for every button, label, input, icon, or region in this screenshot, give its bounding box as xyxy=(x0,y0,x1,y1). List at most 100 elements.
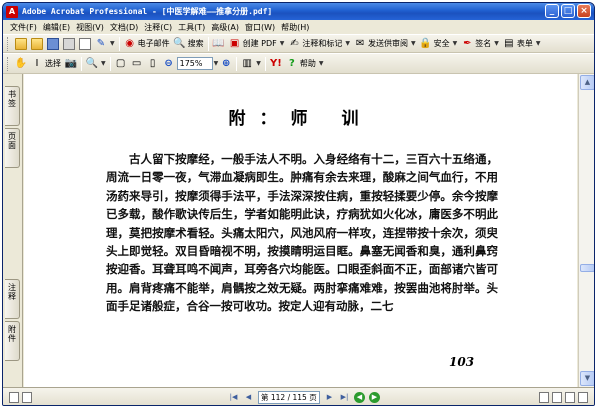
attachments-tab[interactable]: 附件 xyxy=(5,321,20,361)
scroll-thumb[interactable] xyxy=(580,264,594,272)
page-layout-button[interactable]: ▥ ▼ xyxy=(239,56,263,72)
chevron-down-icon: ▼ xyxy=(318,60,324,67)
zoom-in-button[interactable]: ⊕ xyxy=(218,56,234,72)
menu-window[interactable]: 窗口(W) xyxy=(242,22,278,33)
print-button[interactable] xyxy=(61,36,77,52)
form-icon: ▤ xyxy=(504,37,514,49)
continuous-icon[interactable] xyxy=(552,391,562,403)
review-icon: ✉ xyxy=(355,37,365,49)
search-button[interactable]: 🔍 搜索 xyxy=(172,36,206,52)
menu-advanced[interactable]: 高级(A) xyxy=(208,22,242,33)
fit-page-icon: ▭ xyxy=(131,57,142,69)
open-button[interactable] xyxy=(29,36,45,52)
maximize-button[interactable]: □ xyxy=(561,4,575,18)
next-page-button[interactable]: ▶ xyxy=(324,392,335,403)
comment-markup-button[interactable]: ✍ 注释和标记 ▼ xyxy=(286,36,352,52)
select-tool-button[interactable]: I 选择 xyxy=(29,56,63,72)
actual-size-icon: ▢ xyxy=(115,57,126,69)
comments-tab[interactable]: 注释 xyxy=(5,279,20,319)
toolbar-separator xyxy=(207,36,209,51)
send-review-button[interactable]: ✉ 发送供审阅 ▼ xyxy=(352,36,418,52)
printed-page-number: 103 xyxy=(449,355,475,369)
menu-edit[interactable]: 编辑(E) xyxy=(40,22,73,33)
first-page-button[interactable]: |◀ xyxy=(228,392,239,403)
fit-width-icon: ▯ xyxy=(149,57,156,69)
menu-help[interactable]: 帮助(H) xyxy=(278,22,312,33)
previous-page-button[interactable]: ◀ xyxy=(243,392,254,403)
camera-icon: 📷 xyxy=(64,57,78,69)
minimize-button[interactable]: _ xyxy=(545,4,559,18)
adobe-acrobat-icon: A xyxy=(6,5,18,18)
comment-label: 注释和标记 xyxy=(302,39,343,48)
page-layout-icon: ▥ xyxy=(242,57,252,69)
zoom-tool-button[interactable]: 🔍 ▼ xyxy=(84,56,108,72)
toolbar-separator xyxy=(109,56,111,71)
next-view-button[interactable]: ▶ xyxy=(369,391,380,403)
hand-tool-button[interactable]: ✋ xyxy=(13,56,29,72)
chevron-down-icon: ▼ xyxy=(101,60,106,67)
menu-tools[interactable]: 工具(T) xyxy=(175,22,208,33)
menu-document[interactable]: 文档(D) xyxy=(107,22,141,33)
yahoo-button[interactable]: Y! xyxy=(268,56,284,72)
text-cursor-icon: I xyxy=(35,57,39,69)
chevron-down-icon: ▼ xyxy=(256,60,261,67)
minus-circle-icon: ⊖ xyxy=(164,57,173,69)
document-icon[interactable] xyxy=(9,391,19,403)
pages-label: 页面 xyxy=(7,132,17,150)
window-title: Adobe Acrobat Professional - [中医学解难——推拿分… xyxy=(22,7,273,16)
menu-file[interactable]: 文件(F) xyxy=(7,22,40,33)
forms-button[interactable]: ▤ 表单 ▼ xyxy=(501,36,543,52)
forms-label: 表单 xyxy=(516,39,533,48)
fit-page-button[interactable]: ▭ xyxy=(129,56,145,72)
close-button[interactable]: × xyxy=(577,4,591,18)
create-pdf-button[interactable]: ▣ 创建 PDF ▼ xyxy=(227,36,287,52)
page-size-icon[interactable] xyxy=(22,391,32,403)
toolbar-separator xyxy=(264,56,266,71)
organizer-button[interactable]: ✎ ▼ xyxy=(93,36,117,52)
menu-comments[interactable]: 注释(C) xyxy=(141,22,175,33)
navigation-toolbar: ✋ I 选择 📷 🔍 ▼ ▢ ▭ ▯ ⊖ 175% ▼ ⊕ ▥ ▼ Y! ? 帮助 ▼ xyxy=(3,53,594,74)
menu-view[interactable]: 视图(V) xyxy=(73,22,107,33)
print-icon xyxy=(63,37,75,50)
facing-icon[interactable] xyxy=(565,391,575,403)
create-button[interactable] xyxy=(13,36,29,52)
vertical-scrollbar[interactable]: ▲ ▼ xyxy=(578,74,594,387)
file-toolbar: ✎ ▼ ◉ 电子邮件 🔍 搜索 📖 ▣ 创建 PDF ▼ ✍ 注释和标记 ▼ ✉ 发送供审阅 ▼ … xyxy=(3,34,594,53)
pen-icon: ✒ xyxy=(463,37,472,49)
save-button[interactable] xyxy=(45,36,61,52)
ebook-button[interactable]: 📖 xyxy=(211,36,227,52)
continuous-facing-icon[interactable] xyxy=(578,391,588,403)
fit-width-button[interactable]: ▯ xyxy=(145,56,161,72)
security-button[interactable]: 🔒 安全 ▼ xyxy=(418,36,460,52)
attachments-label: 附件 xyxy=(7,325,17,343)
single-page-icon[interactable] xyxy=(539,391,549,403)
book-icon: 📖 xyxy=(212,37,225,49)
chevron-down-icon: ▼ xyxy=(494,40,499,47)
zoom-out-button[interactable]: ⊖ xyxy=(161,56,177,72)
toolbar-grip[interactable] xyxy=(7,56,10,71)
last-page-button[interactable]: ▶| xyxy=(339,392,350,403)
security-label: 安全 xyxy=(433,39,450,48)
toolbar-grip[interactable] xyxy=(7,36,10,51)
pages-tab[interactable]: 页面 xyxy=(5,128,20,168)
plus-circle-icon: ⊕ xyxy=(222,57,231,69)
scroll-up-button[interactable]: ▲ xyxy=(580,75,594,90)
zoom-level-input[interactable]: 175% xyxy=(176,57,213,70)
help-button[interactable]: ? 帮助 ▼ xyxy=(284,56,326,72)
document-view[interactable]: 附：师 训 古人留下按摩经，一般手法人不明。入身经络有十二，三百六十五络通，周流… xyxy=(24,74,577,387)
status-left-tools xyxy=(3,391,228,403)
snapshot-button[interactable]: 📷 xyxy=(63,56,79,72)
sign-label: 签名 xyxy=(475,39,492,48)
page-navigator: |◀ ◀ 第 112 / 115 页 ▶ ▶| ◀ ▶ xyxy=(228,390,380,404)
title-bar[interactable]: A Adobe Acrobat Professional - [中医学解难——推… xyxy=(3,3,594,20)
pdf-page: 附：师 训 古人留下按摩经，一般手法人不明。入身经络有十二，三百六十五络通，周流… xyxy=(24,74,577,387)
paperclip-icon: ✎ xyxy=(96,37,106,49)
bookmarks-tab[interactable]: 书签 xyxy=(5,86,20,126)
email-send-button[interactable]: ◉ 电子邮件 xyxy=(122,36,172,52)
page-number-input[interactable]: 第 112 / 115 页 xyxy=(258,390,320,404)
previous-view-button[interactable]: ◀ xyxy=(354,391,365,403)
actual-size-button[interactable]: ▢ xyxy=(113,56,129,72)
sign-button[interactable]: ✒ 签名 ▼ xyxy=(459,36,501,52)
email-button[interactable] xyxy=(77,36,93,52)
scroll-down-button[interactable]: ▼ xyxy=(580,371,594,386)
